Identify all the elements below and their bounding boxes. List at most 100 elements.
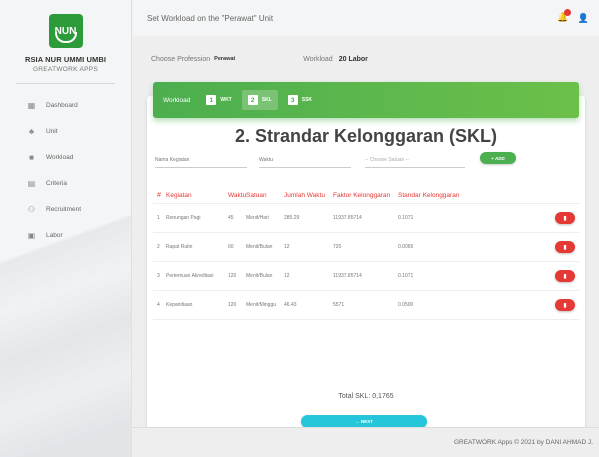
cell-satuan: Menit/Bulan [246,244,273,250]
cell-jumlah-waktu: 46.43 [284,302,297,308]
criteria-icon: ▤ [27,178,36,188]
cell-faktor: 5571 [333,302,345,308]
notification-bell-icon[interactable]: 🔔 [557,9,571,24]
skl-table: # Kegiatan Waktu Satuan Jumlah Waktu Fak… [153,188,579,320]
dashboard-icon: ▦ [27,100,36,110]
add-button[interactable]: + ADD [480,152,516,164]
cell-action: ▮ [478,241,579,253]
column-header-jumlah-waktu: Jumlah Waktu [284,192,325,199]
tab-label: WKT [220,97,232,103]
cell-satuan: Menit/Minggu [246,302,277,308]
kegiatan-field[interactable] [155,150,247,168]
cell-action: ▮ [478,299,579,311]
table-row: 4 Kepanitiaan 120 Menit/Minggu 46.43 557… [153,291,579,320]
info-row: Choose Profession Perawat Workload 20 La… [133,36,599,82]
column-header-waktu: Waktu [228,192,247,199]
workload-card: Workload 1 WKT 2 SKL 3 SSK 2. Strandar K… [147,82,585,454]
labor-icon: ▣ [27,230,36,240]
tab-label: SSK [301,97,313,103]
waktu-input[interactable] [259,157,351,163]
kegiatan-input[interactable] [155,157,247,163]
sidebar: NUN RSIA NUR UMMI UMBI GREATWORK APPS ▦ … [0,0,132,457]
cell-satuan: Menit/Bulan [246,273,273,279]
sidebar-item-label: Unit [46,127,58,135]
delete-button[interactable]: ▮ [555,270,575,282]
profession-value: Perawat [214,56,236,62]
trash-icon: ▮ [563,302,567,309]
workload-label: Workload [303,55,333,63]
column-header-faktor-kelonggaran: Faktor Kelonggaran [333,192,391,199]
delete-button[interactable]: ▮ [555,299,575,311]
sidebar-menu: ▦ Dashboard ♣ Unit ■ Workload ▤ Criteria… [0,92,131,248]
brand-divider [16,83,115,84]
profession-label: Choose Profession [151,55,211,63]
sidebar-item-label: Recruitment [46,205,82,213]
cell-no: 1 [157,215,160,221]
table-row: 3 Pertemuan Akreditasi 120 Menit/Bulan 1… [153,262,579,291]
cell-kegiatan: Pertemuan Akreditasi [166,273,214,279]
cell-standar: 0.0500 [398,302,414,308]
tab-skl[interactable]: 2 SKL [241,90,278,110]
cell-waktu: 45 [228,215,234,221]
sidebar-item-label: Criteria [46,179,67,187]
workload-tabs-label: Workload [163,96,191,104]
app-subtitle: GREATWORK APPS [32,66,99,73]
recruitment-icon: ⚇ [27,204,36,214]
logo-text: NUN [54,25,77,37]
page-title: Set Workload on the "Perawat" Unit [147,13,274,23]
satuan-field[interactable]: -- Choose Satuan -- [365,150,465,168]
cell-no: 4 [157,302,160,308]
add-activity-form: -- Choose Satuan -- + ADD [155,150,577,170]
cell-jumlah-waktu: 12 [284,244,290,250]
sidebar-item-criteria[interactable]: ▤ Criteria [0,170,131,196]
tab-ssk[interactable]: 3 SSK [282,90,318,110]
cell-standar: 0.1071 [398,215,414,221]
tab-wkt[interactable]: 1 WKT [200,90,237,110]
cell-faktor: 720 [333,244,342,250]
cell-kegiatan: Kepanitiaan [166,302,193,308]
sidebar-item-unit[interactable]: ♣ Unit [0,118,131,144]
sidebar-item-label: Dashboard [46,101,78,109]
sidebar-item-label: Workload [46,153,74,161]
cell-kegiatan: Rapat Rutin [166,244,193,250]
workload-tabs-header: Workload 1 WKT 2 SKL 3 SSK [153,82,579,118]
cell-no: 2 [157,244,160,250]
sidebar-item-workload[interactable]: ■ Workload [0,144,131,170]
card-title: 2. Strandar Kelonggaran (SKL) [234,126,498,146]
cell-standar: 0.0065 [398,244,414,250]
delete-button[interactable]: ▮ [555,241,575,253]
sidebar-item-dashboard[interactable]: ▦ Dashboard [0,92,131,118]
top-bar: Set Workload on the "Perawat" Unit 🔔 👤 [133,0,599,36]
waktu-field[interactable] [259,150,351,168]
cell-satuan: Menit/Hari [246,215,269,221]
trash-icon: ▮ [563,244,567,251]
cell-waktu: 120 [228,273,237,279]
brand: NUN RSIA NUR UMMI UMBI GREATWORK APPS [0,0,131,84]
sidebar-item-label: Labor [46,231,63,239]
satuan-select[interactable]: -- Choose Satuan -- [365,157,409,163]
trash-icon: ▮ [563,215,567,222]
tab-number: 2 [247,95,258,105]
column-header-no: # [157,192,161,199]
app-logo[interactable]: NUN [48,14,83,48]
sidebar-item-labor[interactable]: ▣ Labor [0,222,131,248]
cell-kegiatan: Renungan Pagi [166,215,201,221]
cell-jumlah-waktu: 12 [284,273,290,279]
workload-value: 20 Labor [338,55,368,63]
user-icon[interactable]: 👤 [578,13,589,24]
column-header-satuan: Satuan [246,192,267,199]
footer: GREATWORK Apps © 2021 by DANI AHMAD J. [133,427,599,457]
delete-button[interactable]: ▮ [555,212,575,224]
column-header-kegiatan: Kegiatan [166,192,192,199]
cell-action: ▮ [478,212,579,224]
trash-icon: ▮ [563,273,567,280]
table-row: 1 Renungan Pagi 45 Menit/Hari 285.29 119… [153,204,579,233]
sidebar-item-recruitment[interactable]: ⚇ Recruitment [0,196,131,222]
cell-faktor: 11937.85714 [333,215,362,221]
table-row: 2 Rapat Rutin 60 Menit/Bulan 12 720 0.00… [153,233,579,262]
main-content: Choose Profession Perawat Workload 20 La… [133,36,599,454]
tab-label: SKL [261,97,272,103]
cell-action: ▮ [478,270,579,282]
unit-icon: ♣ [28,126,35,136]
cell-jumlah-waktu: 285.29 [284,215,300,221]
